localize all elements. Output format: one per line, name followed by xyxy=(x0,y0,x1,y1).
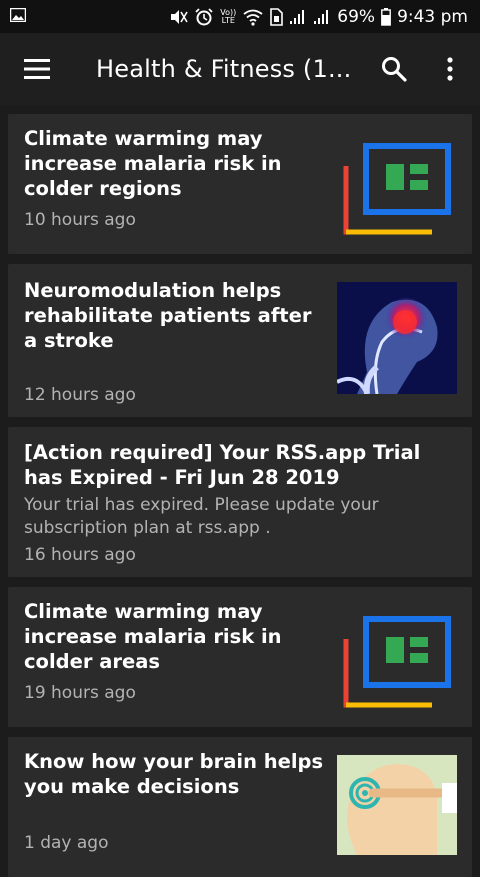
wifi-icon xyxy=(243,9,263,26)
sim-icon xyxy=(270,7,284,26)
menu-icon[interactable] xyxy=(24,59,50,79)
article-title: Know how your brain helps you make decis… xyxy=(24,750,324,798)
article-time: 10 hours ago xyxy=(24,210,136,230)
article-card[interactable]: Climate warming may increase malaria ris… xyxy=(8,114,472,254)
brain-xray-image xyxy=(337,282,457,394)
mute-icon xyxy=(171,9,188,24)
search-icon[interactable] xyxy=(381,56,407,82)
article-card[interactable]: Neuromodulation helps rehabilitate patie… xyxy=(8,264,472,417)
article-title: [Action required] Your RSS.app Trial has… xyxy=(24,441,421,489)
more-options-icon[interactable] xyxy=(441,56,459,82)
article-time: 19 hours ago xyxy=(24,683,136,703)
article-title: Climate warming may increase malaria ris… xyxy=(24,127,282,200)
alarm-icon xyxy=(195,7,213,25)
signal-icon-2 xyxy=(314,9,329,24)
feed-placeholder-icon xyxy=(343,616,451,708)
app-bar: Health & Fitness (1... xyxy=(0,33,480,105)
page-title: Health & Fitness (1... xyxy=(96,55,352,83)
volte-indicator: Vo)) LTE xyxy=(220,7,237,25)
article-title: Neuromodulation helps rehabilitate patie… xyxy=(24,279,312,352)
gallery-notification-icon xyxy=(10,8,26,22)
article-card[interactable]: [Action required] Your RSS.app Trial has… xyxy=(8,427,472,577)
article-time: 16 hours ago xyxy=(24,545,136,565)
article-card[interactable]: Climate warming may increase malaria ris… xyxy=(8,587,472,727)
status-bar: Vo)) LTE 69% 9:43 pm xyxy=(0,0,480,33)
clock: 9:43 pm xyxy=(397,6,468,27)
brain-decision-illustration xyxy=(337,755,457,855)
battery-icon xyxy=(381,7,391,26)
feed-placeholder-icon xyxy=(343,143,451,235)
article-title: Climate warming may increase malaria ris… xyxy=(24,600,282,673)
article-time: 12 hours ago xyxy=(24,385,136,405)
signal-icon-1 xyxy=(290,9,305,24)
article-time: 1 day ago xyxy=(24,833,109,853)
article-description: Your trial has expired. Please update yo… xyxy=(24,495,379,538)
battery-percent: 69% xyxy=(337,6,376,27)
article-card[interactable]: Know how your brain helps you make decis… xyxy=(8,737,472,877)
